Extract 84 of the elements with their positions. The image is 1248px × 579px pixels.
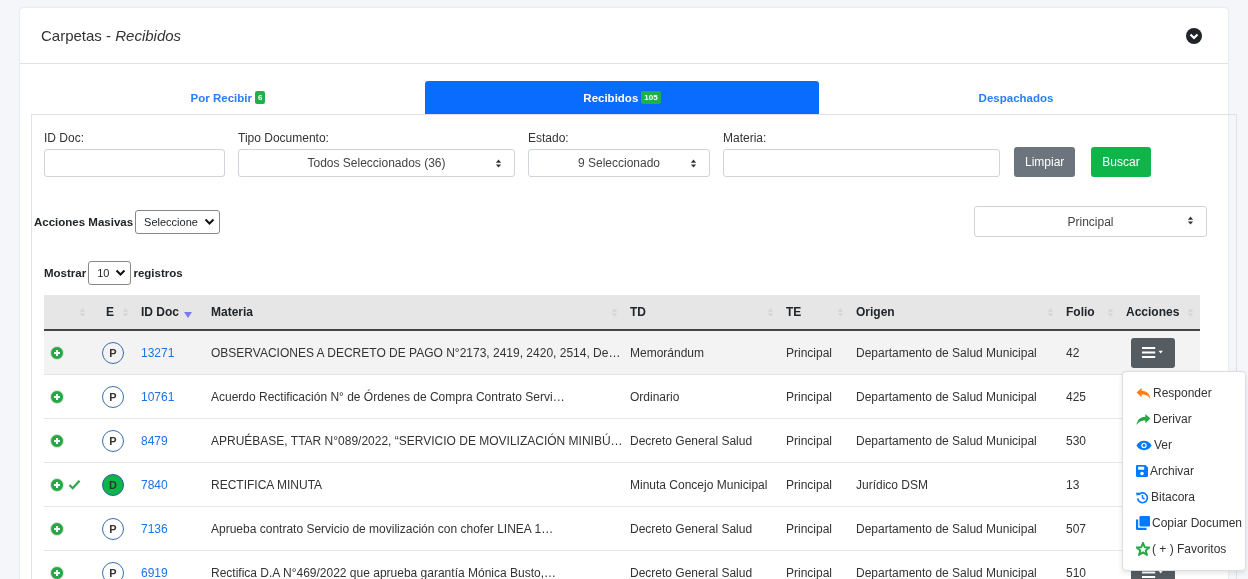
table-cell: OBSERVACIONES A DECRETO DE PAGO N°2173, 2419, 2420, 2514, De… [211, 345, 621, 360]
view-select[interactable]: Principal [974, 206, 1207, 237]
expand-row-icon[interactable] [50, 433, 64, 448]
table-cell: Departamento de Salud Municipal [856, 565, 1037, 579]
up-down-arrows-icon [1187, 215, 1194, 226]
show-label: Mostrar [44, 267, 87, 279]
table-cell: Aprueba contrato Servicio de movilización con chofer LINEA 1… [211, 521, 554, 536]
tab[interactable]: Recibidos 105 [425, 81, 819, 114]
up-down-arrows-icon [495, 158, 502, 169]
expand-row-icon[interactable] [50, 521, 64, 536]
tab[interactable]: Despachados [819, 81, 1213, 114]
table-cell: Ordinario [630, 389, 680, 404]
menu-item[interactable]: Bitacora [1123, 484, 1245, 510]
column-header[interactable]: TE [786, 305, 802, 319]
table-cell: Principal [786, 345, 833, 360]
sort-descending-icon[interactable] [184, 312, 192, 318]
table-cell: Departamento de Salud Municipal [856, 521, 1037, 536]
filter-button[interactable]: Limpiar [1014, 147, 1076, 177]
document-id-link[interactable]: 13271 [141, 345, 175, 360]
table-cell: Acuerdo Rectificación N° de Órdenes de Compra Contrato Servi… [211, 389, 565, 404]
bulk-actions-label: Acciones Masivas [34, 215, 134, 228]
table-cell: 530 [1066, 433, 1087, 448]
page-length-select[interactable]: 10 [88, 261, 132, 285]
document-id-link[interactable]: 10761 [141, 389, 175, 404]
status-circle: D [102, 473, 124, 496]
table-cell: 510 [1066, 565, 1087, 579]
menu-item[interactable]: Copiar Documen [1123, 510, 1245, 536]
menu-item[interactable]: Responder [1123, 380, 1245, 406]
table-cell: 42 [1066, 345, 1080, 360]
card-title: Carpetas - Recibidos [41, 27, 182, 44]
expand-row-icon[interactable] [50, 477, 64, 492]
bulk-actions-select[interactable]: Seleccione [135, 209, 220, 234]
table-cell: Principal [786, 477, 833, 492]
menu-item[interactable]: Ver [1123, 432, 1245, 458]
menu-item[interactable]: Archivar [1123, 458, 1245, 484]
menu-item[interactable]: Derivar [1123, 406, 1245, 432]
expand-row-icon[interactable] [50, 389, 64, 404]
actions-menu-button[interactable] [1131, 337, 1175, 368]
table-cell: Departamento de Salud Municipal [856, 345, 1037, 360]
table-cell: Jurídico DSM [856, 477, 929, 492]
tab[interactable]: Por Recibir 6 [31, 81, 425, 114]
field-label: ID Doc: [44, 131, 85, 145]
table-cell: 13 [1066, 477, 1080, 492]
column-header[interactable]: Folio [1066, 305, 1095, 319]
menu-item[interactable]: ( + ) Favoritos [1123, 536, 1245, 562]
table-cell: 425 [1066, 389, 1087, 404]
select-field[interactable]: Todos Seleccionados (36) [238, 149, 515, 177]
caret-down-icon [203, 217, 215, 226]
table-cell: Minuta Concejo Municipal [630, 477, 768, 492]
document-id-link[interactable]: 8479 [141, 433, 168, 448]
menu-icon [1142, 347, 1164, 358]
table-cell: Departamento de Salud Municipal [856, 389, 1037, 404]
caret-down-icon [115, 269, 127, 277]
table-cell: Memorándum [630, 345, 705, 360]
table-cell: Departamento de Salud Municipal [856, 433, 1037, 448]
table-cell: Decreto General Salud [630, 565, 753, 579]
collapse-icon[interactable] [1186, 27, 1202, 44]
select-field[interactable]: 9 Seleccionado [528, 149, 710, 177]
table-cell: APRUÉBASE, TTAR N°089/2022, “SERVICIO DE MOVILIZACIÓN MINIBÚ… [211, 433, 623, 448]
table-cell: Principal [786, 565, 833, 579]
document-id-link[interactable]: 7840 [141, 477, 168, 492]
table-cell: Decreto General Salud [630, 433, 753, 448]
column-header[interactable]: Materia [211, 305, 254, 319]
records-label: registros [133, 267, 183, 279]
table-cell: RECTIFICA MINUTA [211, 477, 323, 492]
column-header[interactable]: Origen [856, 305, 895, 319]
expand-row-icon[interactable] [50, 565, 64, 579]
table-cell: Decreto General Salud [630, 521, 753, 536]
table-cell: Principal [786, 433, 833, 448]
table-cell: Principal [786, 521, 833, 536]
expand-row-icon[interactable] [50, 345, 64, 360]
field-label: Materia: [723, 131, 768, 145]
input-field[interactable] [723, 149, 1000, 177]
table-cell: Principal [786, 389, 833, 404]
table-cell: Rectifica D.A N°469/2022 que aprueba garantía Mónica Busto,… [211, 565, 556, 579]
input-field[interactable] [44, 149, 225, 177]
field-label: Tipo Documento: [238, 131, 330, 145]
document-id-link[interactable]: 7136 [141, 521, 168, 536]
column-header[interactable]: E [106, 305, 114, 319]
document-id-link[interactable]: 6919 [141, 565, 168, 579]
table-cell: 507 [1066, 521, 1087, 536]
up-down-arrows-icon [690, 158, 697, 169]
column-header[interactable]: TD [630, 305, 646, 319]
field-label: Estado: [528, 131, 570, 145]
